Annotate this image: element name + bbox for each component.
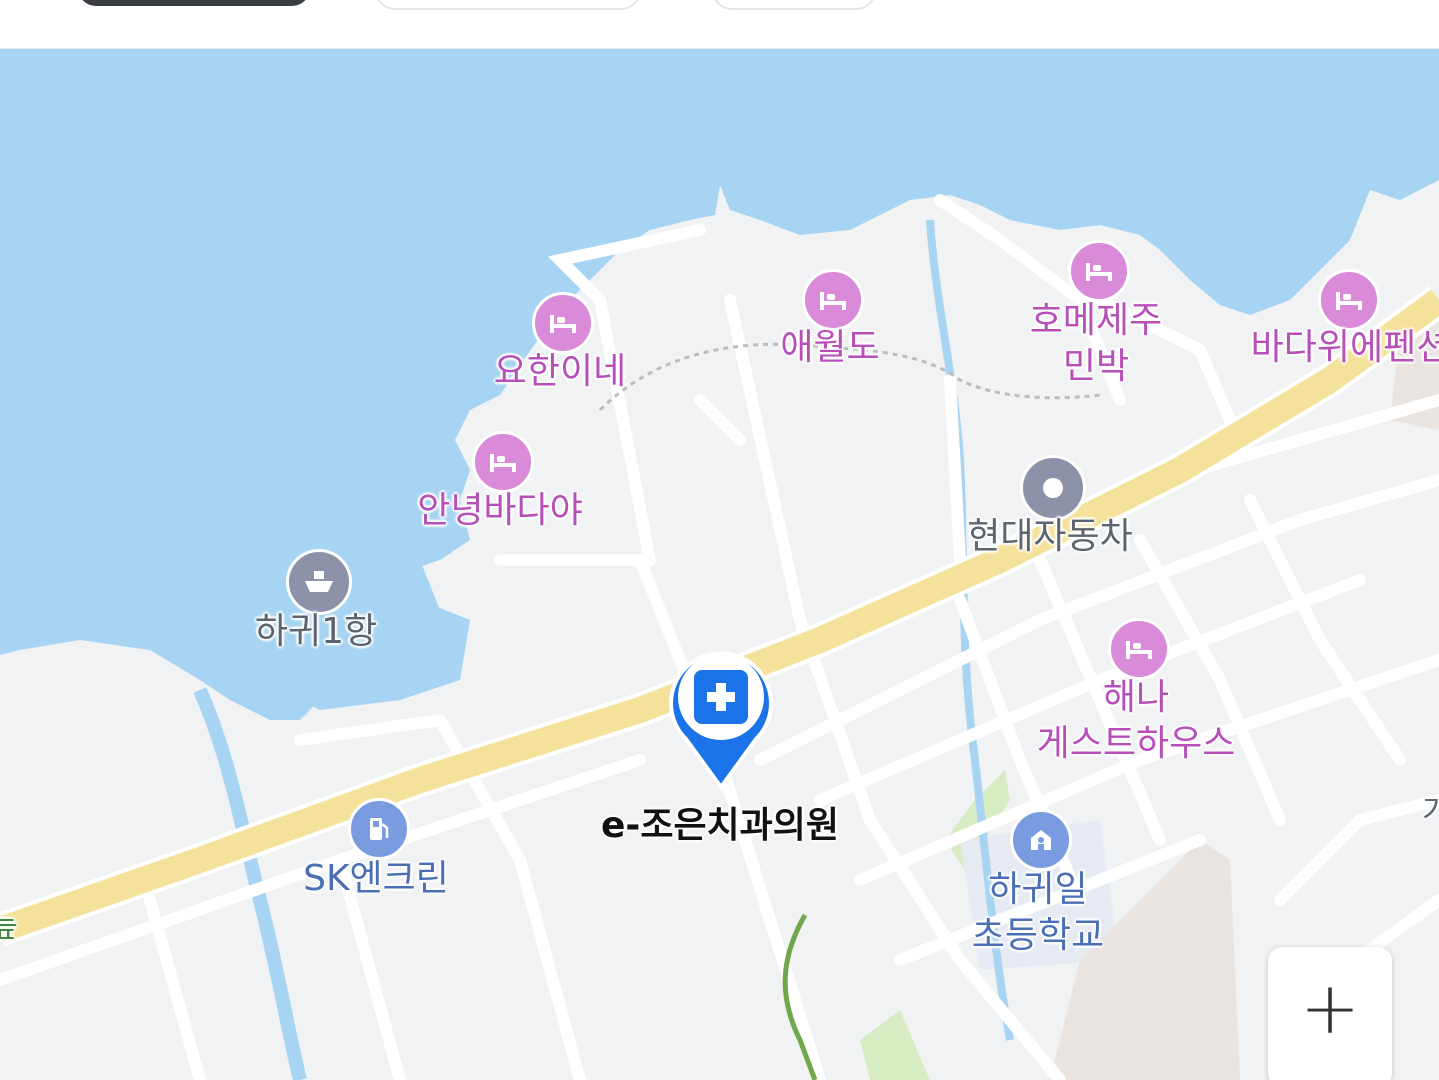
poi-label: 하귀1항 [254, 611, 378, 652]
edge-label-right: 가 [1422, 794, 1439, 829]
zoom-in-button[interactable]: + [1268, 947, 1392, 1069]
edge-label-left: 늪 [0, 910, 18, 945]
selected-place-marker[interactable] [666, 647, 776, 791]
poi-label: 바다위에펜션 [1250, 327, 1439, 368]
hospital-cross-icon [694, 670, 748, 724]
lodging-bed-icon [1108, 618, 1170, 680]
school-icon [1010, 809, 1072, 871]
zoom-control: + [1268, 947, 1392, 1080]
poi-label: 요한이네 [493, 351, 627, 392]
filter-chip-active[interactable] [78, 0, 310, 6]
filter-chip[interactable] [712, 0, 876, 10]
poi-label: 호메제주 민박 [1029, 300, 1163, 387]
lodging-bed-icon [472, 431, 534, 493]
plus-icon: + [1299, 966, 1361, 1050]
ship-icon [286, 549, 352, 615]
lodging-bed-icon [1318, 269, 1380, 331]
poi-label: 현대자동차 [967, 516, 1133, 557]
top-bar [0, 0, 1439, 49]
poi-label: 애월도 [780, 327, 880, 368]
lodging-bed-icon [532, 292, 594, 354]
lodging-bed-icon [802, 269, 864, 331]
gas-station-icon [348, 798, 410, 860]
poi-label: 하귀일 초등학교 [971, 869, 1105, 956]
dot-icon [1020, 455, 1086, 521]
map-base-layer [0, 49, 1439, 1080]
poi-label: SK엔크린 [303, 858, 449, 899]
poi-label: 안녕바다야 [417, 490, 583, 531]
filter-chip[interactable] [375, 0, 641, 10]
lodging-bed-icon [1068, 240, 1130, 302]
poi-label: 해나 게스트하우스 [1036, 677, 1236, 764]
selected-place-name: e-조은치과의원 [600, 805, 840, 846]
map-view[interactable]: 요한이네 애월도 호메제주 민박 바다위에펜션 안녕바다야 하귀1항 현대자동차… [0, 49, 1439, 1080]
